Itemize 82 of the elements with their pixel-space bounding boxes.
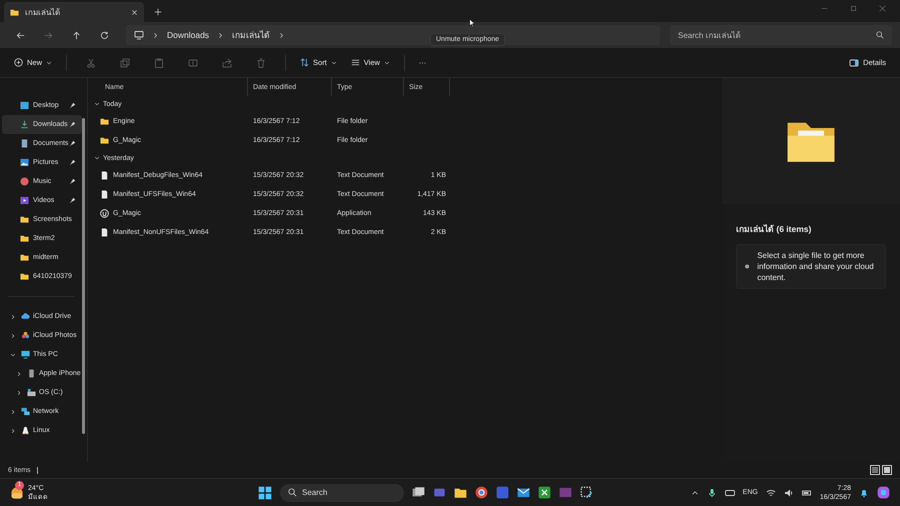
document-icon — [100, 171, 109, 180]
info-icon — [745, 262, 750, 271]
music-icon — [20, 177, 29, 186]
folder-icon — [20, 215, 29, 224]
download-icon — [20, 120, 29, 129]
keyboard-icon[interactable] — [724, 488, 735, 498]
microphone-icon[interactable] — [706, 488, 717, 498]
game-logo-icon[interactable] — [538, 486, 551, 499]
forward-arrow-icon[interactable] — [44, 30, 52, 40]
penguin-icon — [21, 426, 30, 435]
chevron-right-icon — [152, 32, 159, 38]
chevron-down-icon[interactable] — [94, 101, 100, 107]
caret-icon — [384, 60, 390, 66]
snipping-tool-icon[interactable] — [580, 486, 593, 499]
network-icon — [21, 407, 30, 416]
breadcrumb-item[interactable]: Downloads — [167, 30, 210, 40]
chevron-up-icon[interactable] — [690, 488, 699, 496]
picture-icon — [20, 158, 29, 167]
list-lines-icon — [350, 58, 360, 67]
browser-icon[interactable] — [475, 486, 488, 499]
chevron-down-icon[interactable] — [94, 155, 100, 161]
restore-icon[interactable] — [850, 5, 857, 12]
folder-icon[interactable] — [454, 486, 467, 499]
taskbar-search[interactable]: Search — [280, 484, 404, 502]
chevron-right-icon[interactable] — [16, 370, 22, 376]
video-icon — [20, 196, 29, 205]
search-field[interactable]: Search เกมเล่นได้ — [670, 25, 892, 45]
chevron-right-icon — [278, 32, 286, 38]
windows-logo-icon[interactable] — [258, 486, 272, 500]
search-icon — [288, 488, 297, 497]
document-icon — [20, 139, 29, 148]
details-title: เกมเล่นได้ (6 items) — [736, 223, 812, 236]
chevron-right-icon[interactable] — [16, 390, 22, 396]
bell-icon[interactable] — [859, 488, 869, 498]
document-icon — [100, 228, 109, 237]
caret-icon — [46, 60, 52, 66]
refresh-icon[interactable] — [100, 30, 108, 40]
chevron-right-icon[interactable] — [10, 314, 16, 320]
folder-icon — [100, 117, 109, 126]
folder-icon — [100, 136, 109, 145]
close-icon[interactable] — [879, 5, 886, 12]
chevron-down-icon[interactable] — [10, 352, 16, 358]
plus-icon[interactable] — [154, 8, 162, 16]
chevron-right-icon[interactable] — [10, 408, 16, 414]
plus-circle-icon — [14, 58, 23, 67]
document-icon — [100, 190, 109, 199]
folder-icon — [20, 253, 29, 262]
folder-icon — [20, 272, 29, 281]
breadcrumb-item[interactable]: เกมเล่นได้ — [232, 28, 270, 42]
up-arrow-icon[interactable] — [72, 30, 80, 40]
details-view-icon[interactable] — [870, 465, 880, 475]
search-icon — [876, 31, 884, 39]
tab[interactable]: เกมเล่นได้ — [4, 2, 144, 22]
folder-icon — [20, 234, 29, 243]
wifi-icon[interactable] — [766, 488, 776, 498]
monitor-icon — [21, 350, 30, 359]
caret-icon — [330, 60, 337, 66]
info-message: Select a single file to get more information and share your cloud content. — [757, 250, 875, 283]
mouse-pointer-icon — [469, 19, 477, 27]
back-arrow-icon[interactable] — [16, 30, 24, 40]
assistant-logo-icon[interactable] — [877, 486, 890, 499]
monitor-icon[interactable] — [134, 30, 144, 40]
mail-icon[interactable] — [517, 486, 530, 499]
desktop-icon — [20, 101, 29, 110]
tiles-view-icon[interactable] — [882, 465, 892, 475]
app-logo-icon — [100, 209, 109, 218]
app-tile-icon[interactable] — [496, 486, 509, 499]
chevron-right-icon[interactable] — [10, 332, 16, 338]
panel-icon — [849, 58, 860, 68]
sort-arrows-icon — [300, 58, 310, 67]
speaker-icon[interactable] — [784, 488, 794, 498]
chevron-right-icon — [217, 32, 224, 38]
battery-icon[interactable] — [802, 488, 812, 498]
folder-icon — [10, 8, 19, 16]
close-icon[interactable] — [131, 8, 138, 16]
scrollbar[interactable] — [82, 118, 85, 434]
chevron-right-icon[interactable] — [10, 428, 16, 434]
flower-icon — [21, 331, 30, 340]
drive-icon — [27, 388, 36, 397]
phone-icon — [27, 369, 36, 378]
cloud-icon — [21, 312, 30, 321]
task-view-icon[interactable] — [412, 486, 425, 499]
